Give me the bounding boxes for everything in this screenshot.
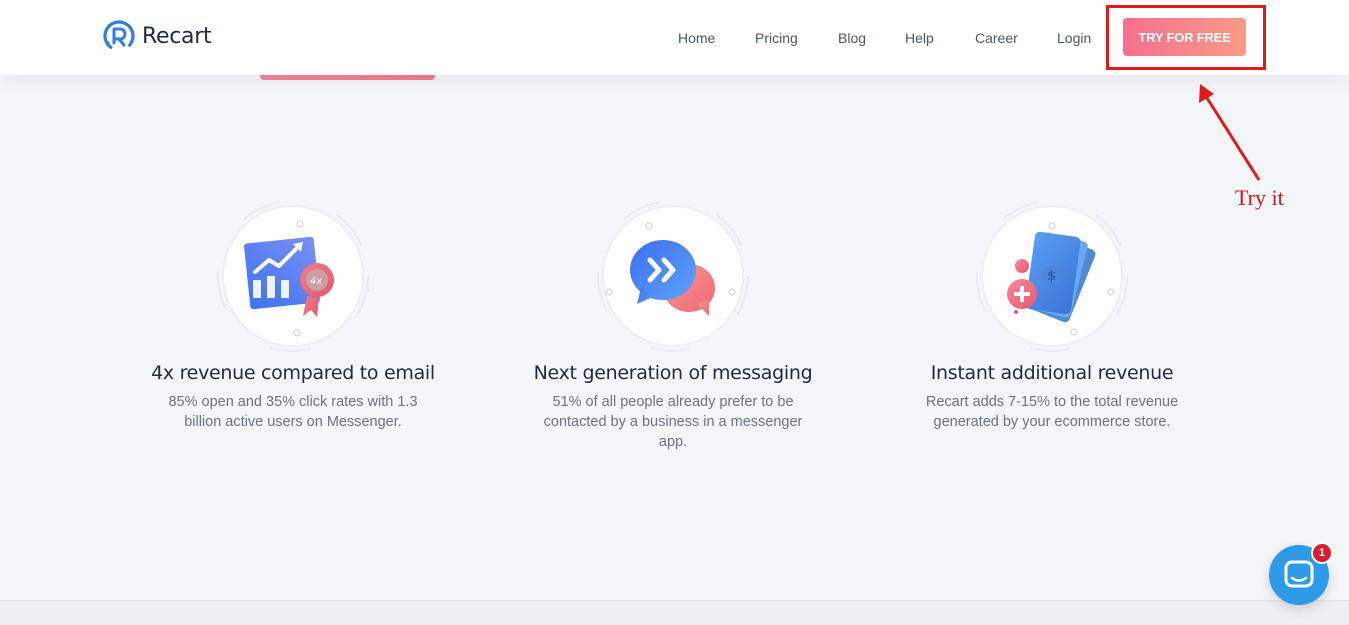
annotation-label: Try it [1235,185,1284,210]
annotation-arrow [1199,84,1261,181]
